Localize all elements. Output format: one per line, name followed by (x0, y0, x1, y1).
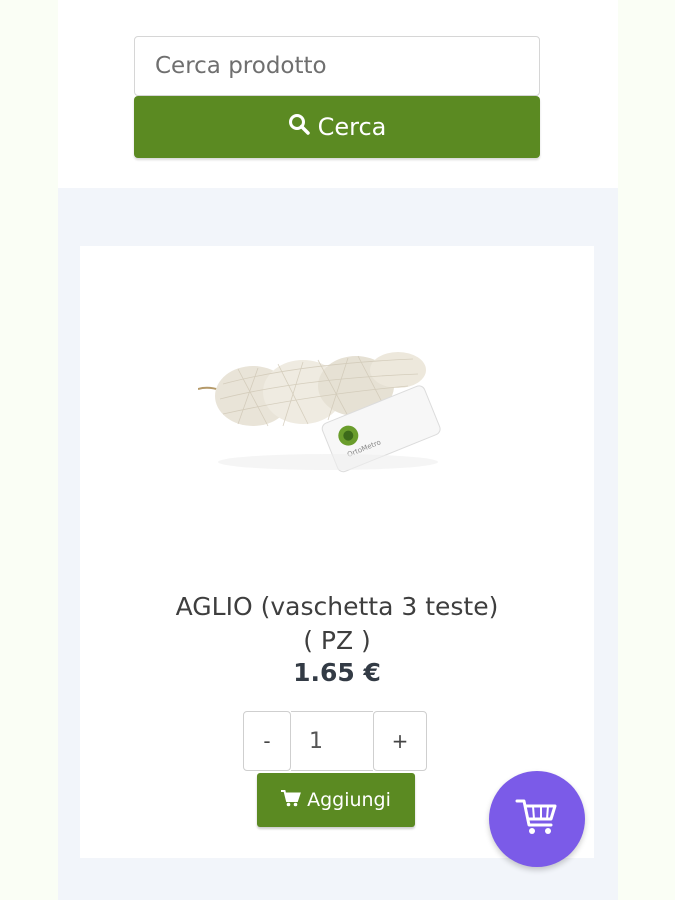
product-image[interactable]: OrtoMetro (197, 334, 458, 484)
product-title: AGLIO (vaschetta 3 teste) ( PZ ) (80, 590, 594, 658)
product-name: AGLIO (vaschetta 3 teste) (175, 592, 499, 621)
quantity-stepper: - + (243, 711, 427, 771)
search-button-label: Cerca (317, 113, 387, 141)
quantity-decrease-button[interactable]: - (243, 711, 291, 771)
quantity-increase-button[interactable]: + (373, 711, 427, 771)
cart-floating-button[interactable] (489, 771, 585, 867)
search-icon (288, 113, 310, 141)
shopping-cart-icon (515, 797, 559, 841)
search-button[interactable]: Cerca (134, 96, 540, 158)
search-input[interactable] (134, 36, 540, 96)
add-to-cart-label: Aggiungi (307, 789, 391, 811)
quantity-input[interactable] (291, 711, 373, 771)
search-form: Cerca (134, 36, 540, 158)
product-unit: ( PZ ) (303, 626, 371, 655)
product-card: OrtoMetro AGLIO (vaschetta 3 teste) ( PZ… (80, 246, 594, 858)
page-container: Cerca prodotto Cerca OrtoMetro AGLIO (va… (58, 0, 618, 900)
product-price: 1.65 € (293, 658, 381, 687)
add-to-cart-button[interactable]: Aggiungi (257, 773, 415, 827)
cart-icon (281, 789, 301, 812)
